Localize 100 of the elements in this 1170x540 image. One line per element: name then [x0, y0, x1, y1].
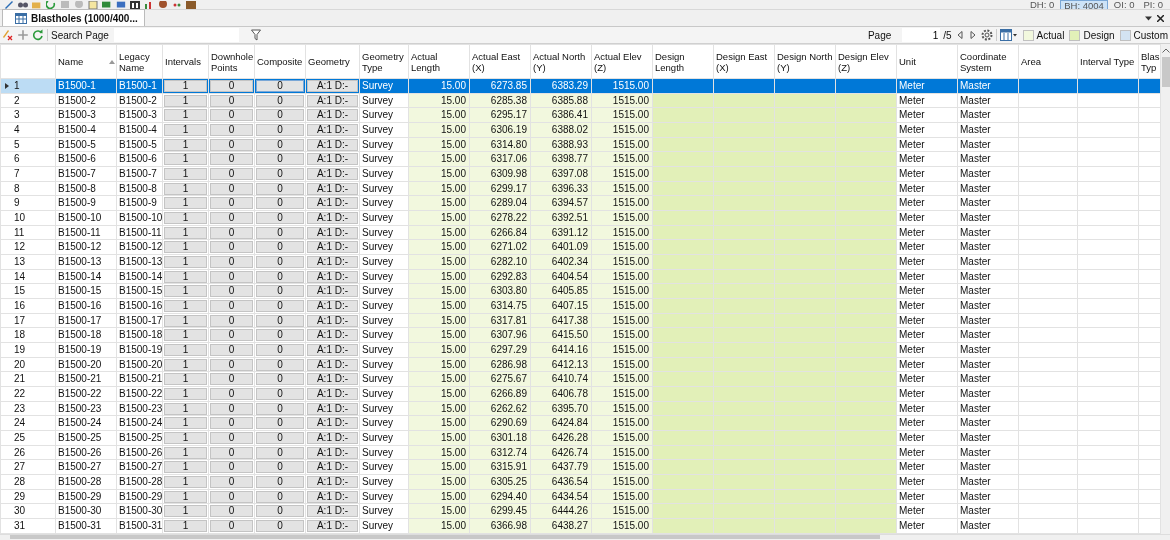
column-header[interactable]: Design North (Y): [774, 44, 836, 79]
count-button[interactable]: 0: [210, 461, 253, 474]
count-button[interactable]: A:1 D:-: [307, 431, 358, 444]
count-button[interactable]: A:1 D:-: [307, 285, 358, 298]
count-button[interactable]: A:1 D:-: [307, 446, 358, 459]
column-header[interactable]: Legacy Name: [116, 44, 163, 79]
column-header[interactable]: Actual East (X): [469, 44, 531, 79]
count-button[interactable]: 1: [164, 255, 207, 268]
plus-icon[interactable]: [17, 29, 29, 41]
count-button[interactable]: A:1 D:-: [307, 167, 358, 180]
counter-toggle[interactable]: PI: 0: [1140, 0, 1166, 9]
count-button[interactable]: 1: [164, 505, 207, 518]
count-button[interactable]: 0: [210, 197, 253, 210]
count-button[interactable]: 0: [210, 314, 253, 327]
column-header[interactable]: Design East (X): [713, 44, 775, 79]
count-button[interactable]: 0: [256, 387, 304, 400]
count-button[interactable]: 0: [210, 329, 253, 342]
count-button[interactable]: 1: [164, 373, 207, 386]
count-button[interactable]: A:1 D:-: [307, 343, 358, 356]
count-button[interactable]: 1: [164, 402, 207, 415]
count-button[interactable]: 0: [210, 373, 253, 386]
count-button[interactable]: 1: [164, 79, 207, 92]
count-button[interactable]: 0: [210, 417, 253, 430]
refresh-icon[interactable]: [32, 29, 44, 41]
count-button[interactable]: 1: [164, 211, 207, 224]
count-button[interactable]: 0: [210, 79, 253, 92]
count-button[interactable]: 0: [256, 167, 304, 180]
next-page-icon[interactable]: [969, 31, 976, 39]
page-field[interactable]: 1: [902, 28, 941, 42]
count-button[interactable]: A:1 D:-: [307, 358, 358, 371]
table-icon[interactable]: [130, 1, 140, 9]
count-button[interactable]: 0: [210, 138, 253, 151]
column-header[interactable]: Design Elev (Z): [835, 44, 897, 79]
count-button[interactable]: 0: [256, 402, 304, 415]
count-button[interactable]: 1: [164, 182, 207, 195]
search-field[interactable]: [113, 28, 239, 42]
count-button[interactable]: A:1 D:-: [307, 461, 358, 474]
count-button[interactable]: A:1 D:-: [307, 329, 358, 342]
count-button[interactable]: 0: [210, 402, 253, 415]
count-button[interactable]: A:1 D:-: [307, 211, 358, 224]
count-button[interactable]: 0: [256, 431, 304, 444]
count-button[interactable]: 0: [210, 255, 253, 268]
filter-icon[interactable]: [249, 29, 262, 41]
column-header[interactable]: Downhole Points: [208, 44, 255, 79]
count-button[interactable]: 0: [256, 255, 304, 268]
counter-toggle[interactable]: OI: 0: [1110, 0, 1138, 9]
count-button[interactable]: 0: [256, 358, 304, 371]
count-button[interactable]: 1: [164, 329, 207, 342]
count-button[interactable]: 1: [164, 270, 207, 283]
column-header[interactable]: Area: [1018, 44, 1078, 79]
count-button[interactable]: 0: [210, 505, 253, 518]
count-button[interactable]: 0: [256, 109, 304, 122]
chart-icon[interactable]: [144, 1, 154, 9]
count-button[interactable]: 0: [256, 446, 304, 459]
count-button[interactable]: 0: [256, 314, 304, 327]
count-button[interactable]: 1: [164, 226, 207, 239]
count-button[interactable]: 0: [256, 138, 304, 151]
column-header[interactable]: Actual Elev (Z): [591, 44, 653, 79]
close-icon[interactable]: [1157, 14, 1164, 22]
count-button[interactable]: A:1 D:-: [307, 402, 358, 415]
count-button[interactable]: A:1 D:-: [307, 138, 358, 151]
count-button[interactable]: 1: [164, 138, 207, 151]
column-header[interactable]: Design Length: [652, 44, 714, 79]
column-header[interactable]: Intervals: [162, 44, 209, 79]
count-button[interactable]: 0: [256, 79, 304, 92]
count-button[interactable]: 0: [210, 343, 253, 356]
count-button[interactable]: 0: [256, 490, 304, 503]
dropdown-icon[interactable]: [1145, 14, 1152, 22]
count-button[interactable]: 0: [210, 153, 253, 166]
count-button[interactable]: 0: [210, 431, 253, 444]
count-button[interactable]: 1: [164, 94, 207, 107]
column-header[interactable]: Composite: [254, 44, 306, 79]
count-button[interactable]: 1: [164, 153, 207, 166]
count-button[interactable]: A:1 D:-: [307, 520, 358, 533]
count-button[interactable]: A:1 D:-: [307, 94, 358, 107]
count-button[interactable]: 1: [164, 197, 207, 210]
count-button[interactable]: 0: [256, 94, 304, 107]
count-button[interactable]: 0: [256, 211, 304, 224]
count-button[interactable]: 0: [210, 94, 253, 107]
count-button[interactable]: A:1 D:-: [307, 241, 358, 254]
count-button[interactable]: 1: [164, 167, 207, 180]
count-button[interactable]: 1: [164, 299, 207, 312]
count-button[interactable]: 0: [256, 226, 304, 239]
count-button[interactable]: A:1 D:-: [307, 490, 358, 503]
vertical-scrollbar[interactable]: [1161, 44, 1170, 534]
count-button[interactable]: 1: [164, 431, 207, 444]
scrollbar-thumb[interactable]: [1161, 57, 1170, 87]
count-button[interactable]: 1: [164, 417, 207, 430]
count-button[interactable]: 0: [210, 211, 253, 224]
count-button[interactable]: 0: [256, 153, 304, 166]
count-button[interactable]: A:1 D:-: [307, 153, 358, 166]
count-button[interactable]: 0: [210, 109, 253, 122]
column-header[interactable]: Geometry Type: [359, 44, 409, 79]
count-button[interactable]: 0: [210, 270, 253, 283]
count-button[interactable]: 1: [164, 490, 207, 503]
column-header[interactable]: Coordinate System: [957, 44, 1019, 79]
dots-icon[interactable]: [172, 1, 182, 9]
count-button[interactable]: A:1 D:-: [307, 79, 358, 92]
count-button[interactable]: A:1 D:-: [307, 475, 358, 488]
count-button[interactable]: 1: [164, 446, 207, 459]
